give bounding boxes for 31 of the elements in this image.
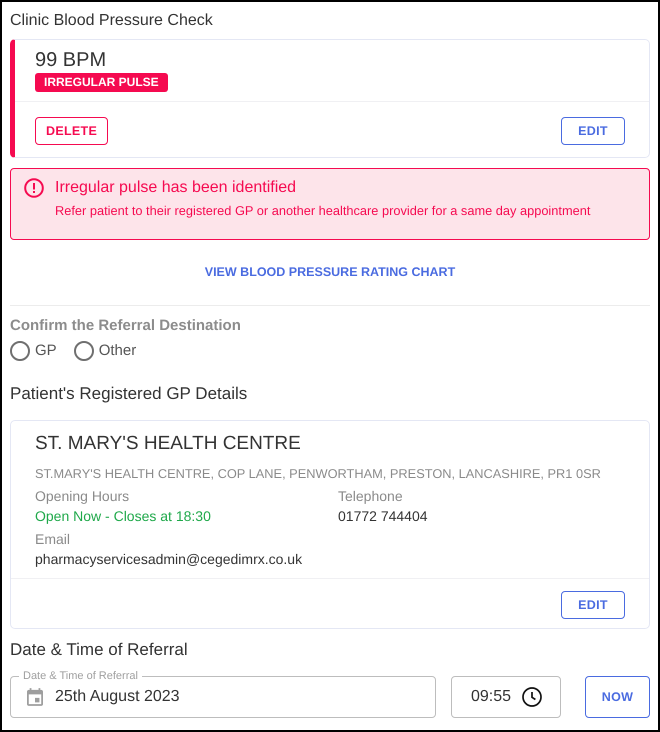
edit-button[interactable]: EDIT <box>561 591 625 619</box>
practice-address: ST.MARY'S HEALTH CENTRE, COP LANE, PENWORTHAM, PRESTON, LANCASHIRE, PR1 0SR <box>35 465 602 483</box>
pulse-reading: 99 BPM <box>35 48 108 72</box>
exclamation-icon <box>24 178 44 198</box>
status-badge: IRREGULAR PULSE <box>35 73 168 92</box>
edit-button[interactable]: EDIT <box>561 117 625 145</box>
calendar-icon <box>27 688 43 706</box>
gp-details-heading: Patient's Registered GP Details <box>10 383 248 405</box>
field-value: pharmacyservicesadmin@cegedimrx.co.uk <box>35 550 304 568</box>
practice-name: ST. MARY'S HEALTH CENTRE <box>35 432 302 456</box>
field-value: 01772 744404 <box>338 507 429 525</box>
field-label: Opening Hours <box>35 487 130 505</box>
section-title: Clinic Blood Pressure Check <box>10 11 214 31</box>
field-label: Telephone <box>338 487 404 505</box>
rating-chart-link[interactable]: VIEW BLOOD PRESSURE RATING CHART <box>196 258 464 286</box>
date-field[interactable]: Date & Time of Referral 25th August 2023 <box>10 670 436 718</box>
referral-destination-label: Confirm the Referral Destination <box>10 316 242 336</box>
time-field[interactable]: 09:55 <box>451 676 561 718</box>
radio-label[interactable]: GP <box>35 341 57 361</box>
referral-time-heading: Date & Time of Referral <box>10 639 189 661</box>
alert-title: Irregular pulse has been identified <box>55 178 298 198</box>
alert-message: Refer patient to their registered GP or another healthcare provider for a same day appointment <box>55 202 590 220</box>
now-button[interactable]: NOW <box>585 676 650 718</box>
radio-button[interactable] <box>74 341 94 361</box>
clock-icon[interactable] <box>522 687 542 707</box>
radio-button[interactable] <box>10 341 30 361</box>
radio-label[interactable]: Other <box>98 341 136 361</box>
field-label: Email <box>35 530 72 548</box>
floating-label: Date & Time of Referral <box>22 670 139 682</box>
field-value: Open Now - Closes at 18:30 <box>35 507 212 525</box>
delete-button[interactable]: DELETE <box>35 117 108 145</box>
